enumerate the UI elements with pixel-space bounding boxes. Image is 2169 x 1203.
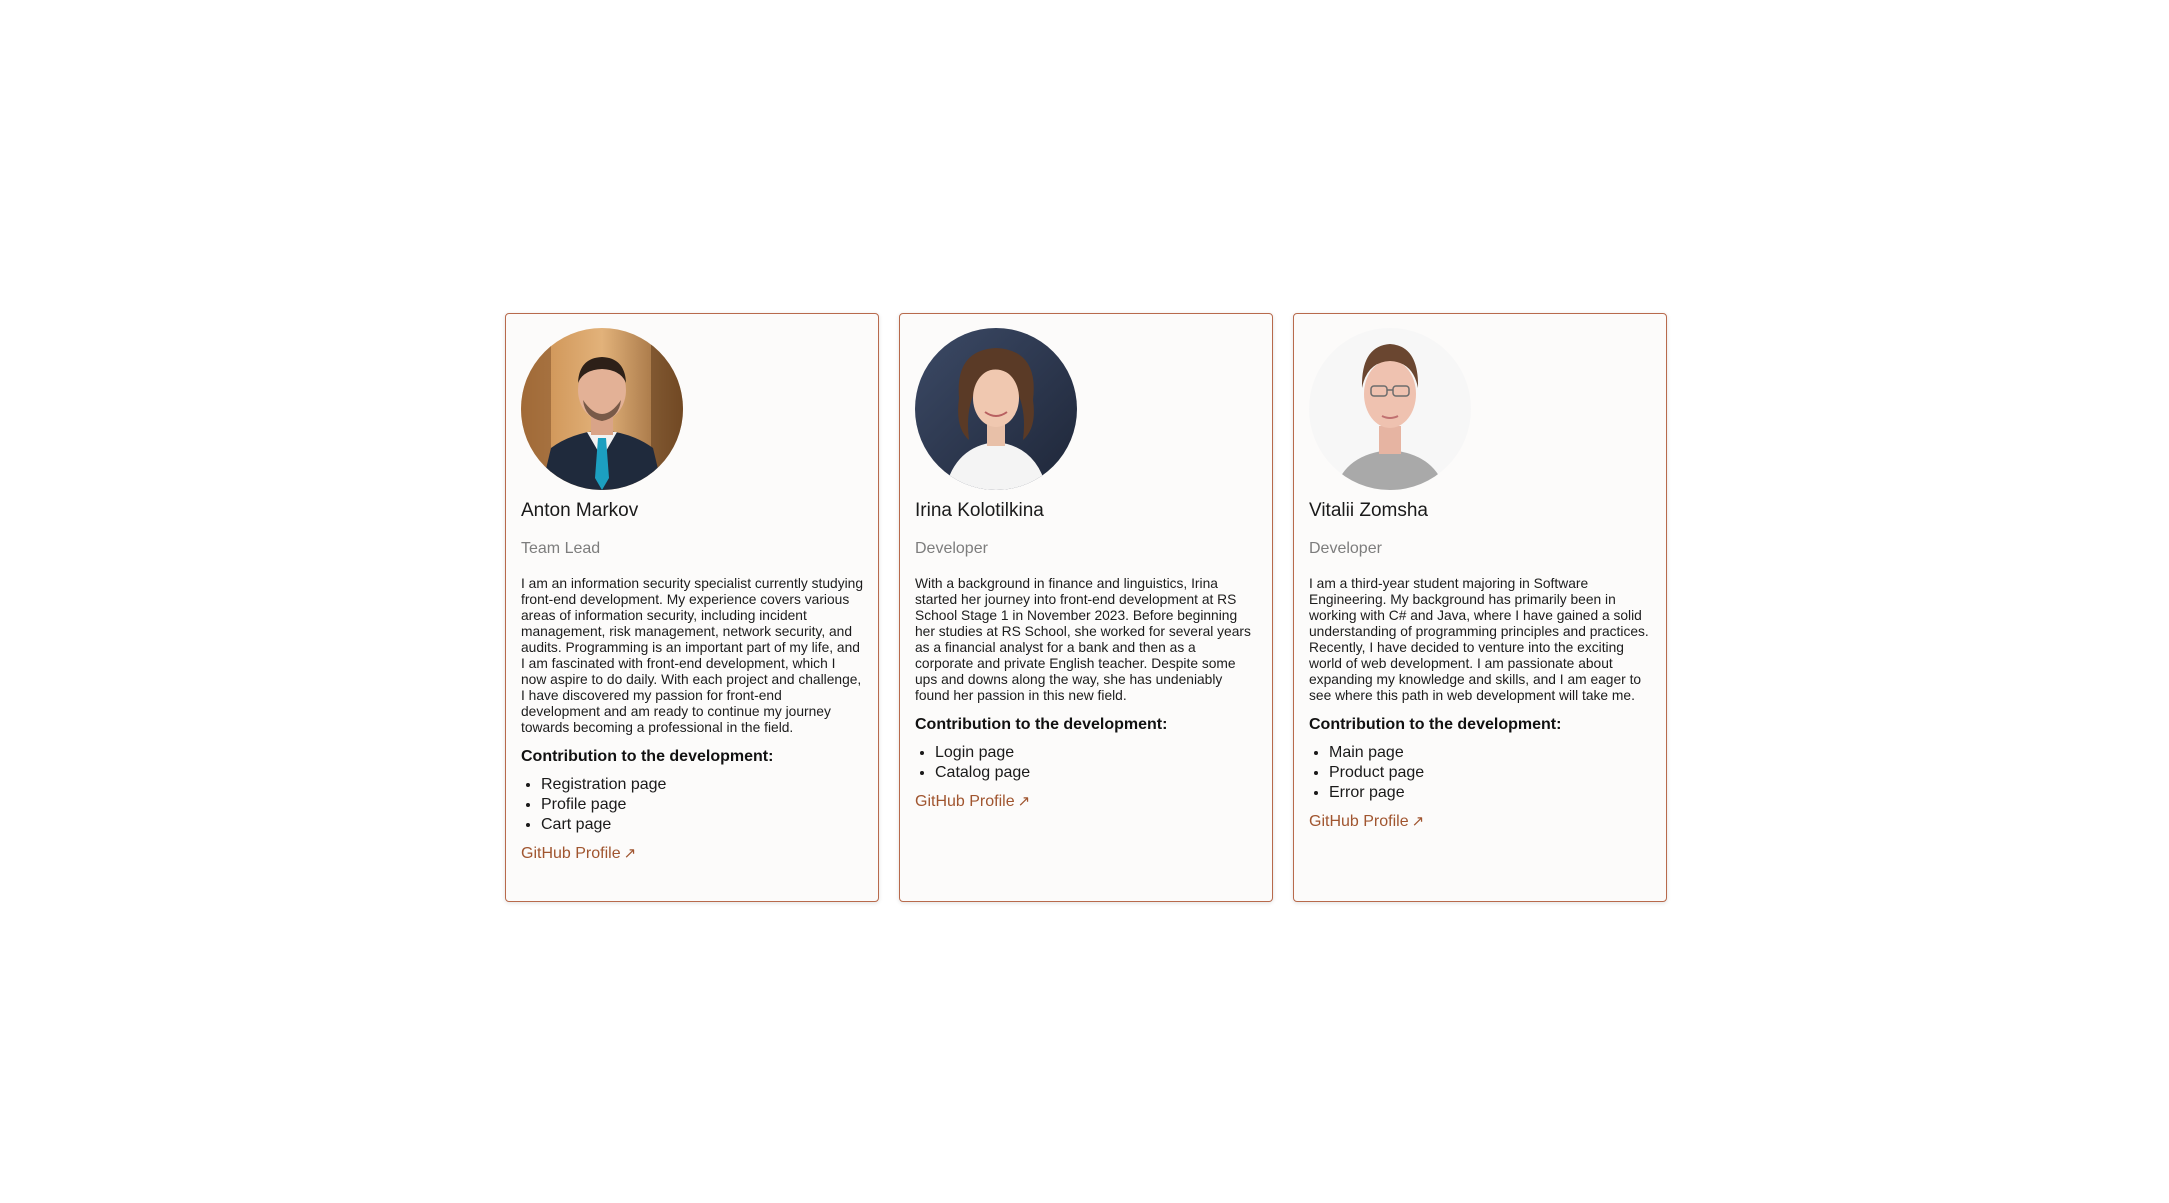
avatar-photo (521, 328, 683, 490)
team-cards: Anton Markov Team Lead I am an informati… (505, 313, 1667, 902)
external-link-icon: ↗ (1411, 813, 1425, 830)
contribution-list: Main page Product page Error page (1309, 743, 1651, 803)
member-card-irina-kolotilkina: Irina Kolotilkina Developer With a backg… (899, 313, 1273, 902)
contribution-item: Catalog page (935, 763, 1257, 783)
member-role: Developer (915, 540, 988, 557)
avatar-photo (1309, 328, 1471, 490)
contribution-item: Main page (1329, 743, 1651, 763)
contribution-item: Registration page (541, 775, 863, 795)
member-role: Team Lead (521, 540, 601, 557)
contribution-item: Profile page (541, 795, 863, 815)
contribution-item: Product page (1329, 763, 1651, 783)
contribution-item: Login page (935, 743, 1257, 763)
contribution-title: Contribution to the development: (915, 716, 1168, 733)
member-card-anton-markov: Anton Markov Team Lead I am an informati… (505, 313, 879, 902)
member-name: Irina Kolotilkina (915, 500, 1044, 521)
member-bio: I am an information security specialist … (521, 576, 863, 735)
contribution-title: Contribution to the development: (521, 748, 774, 765)
github-profile-label: GitHub Profile (915, 793, 1015, 810)
contribution-list: Registration page Profile page Cart page (521, 775, 863, 835)
avatar (915, 328, 1077, 490)
external-link-icon: ↗ (1017, 793, 1031, 810)
member-name: Anton Markov (521, 500, 639, 521)
contribution-title: Contribution to the development: (1309, 716, 1562, 733)
avatar (521, 328, 683, 490)
member-bio: With a background in finance and linguis… (915, 576, 1251, 703)
avatar-photo (915, 328, 1077, 490)
member-card-vitalii-zomsha: Vitalii Zomsha Developer I am a third-ye… (1293, 313, 1667, 902)
github-profile-link[interactable]: GitHub Profile ↗ (1309, 812, 1424, 831)
github-profile-label: GitHub Profile (521, 845, 621, 862)
github-profile-link[interactable]: GitHub Profile ↗ (915, 792, 1030, 811)
contribution-item: Cart page (541, 815, 863, 835)
member-name: Vitalii Zomsha (1309, 500, 1428, 521)
member-role: Developer (1309, 540, 1382, 557)
member-bio: I am a third-year student majoring in So… (1309, 576, 1649, 703)
external-link-icon: ↗ (623, 845, 637, 862)
github-profile-link[interactable]: GitHub Profile ↗ (521, 844, 636, 863)
github-profile-label: GitHub Profile (1309, 813, 1409, 830)
contribution-item: Error page (1329, 783, 1651, 803)
avatar (1309, 328, 1471, 490)
contribution-list: Login page Catalog page (915, 743, 1257, 783)
